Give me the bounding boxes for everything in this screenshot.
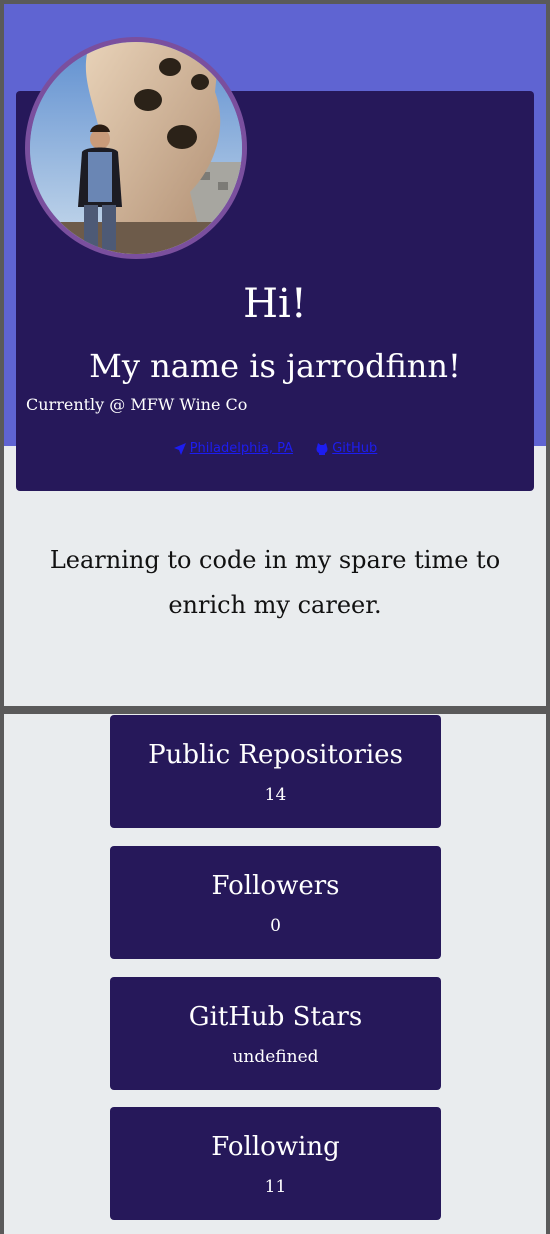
stat-value: 0 <box>270 916 281 936</box>
stat-value: 14 <box>264 785 287 805</box>
avatar <box>25 37 247 259</box>
stat-card-github-stars: GitHub Stars undefined <box>110 977 441 1090</box>
location-arrow-icon <box>173 443 186 455</box>
stat-card-following: Following 11 <box>110 1107 441 1220</box>
greeting-heading: Hi! <box>243 281 307 327</box>
stat-value: undefined <box>232 1047 319 1067</box>
company-text: Currently @ MFW Wine Co <box>26 395 248 414</box>
stat-card-public-repositories: Public Repositories 14 <box>110 715 441 828</box>
github-link[interactable]: GitHub <box>315 440 377 458</box>
stat-label: Following <box>211 1132 340 1162</box>
avatar-photo <box>30 42 242 254</box>
profile-section: Hi! My name is jarrodfinn! Currently @ M… <box>4 4 546 706</box>
profile-links: Philadelphia, PA GitHub <box>16 440 534 462</box>
location-link-label: Philadelphia, PA <box>189 441 294 456</box>
stat-value: 11 <box>264 1177 287 1197</box>
github-link-label: GitHub <box>332 441 378 456</box>
stat-card-followers: Followers 0 <box>110 846 441 959</box>
github-icon <box>316 443 328 455</box>
stat-label: GitHub Stars <box>188 1002 363 1032</box>
name-heading: My name is jarrodfinn! <box>89 347 461 385</box>
stat-label: Followers <box>211 871 340 901</box>
bio-text: Learning to code in my spare time to enr… <box>49 546 501 619</box>
location-link[interactable]: Philadelphia, PA <box>173 440 293 458</box>
stat-label: Public Repositories <box>148 740 403 770</box>
stats-section: Public Repositories 14 Followers 0 GitHu… <box>4 714 546 1234</box>
